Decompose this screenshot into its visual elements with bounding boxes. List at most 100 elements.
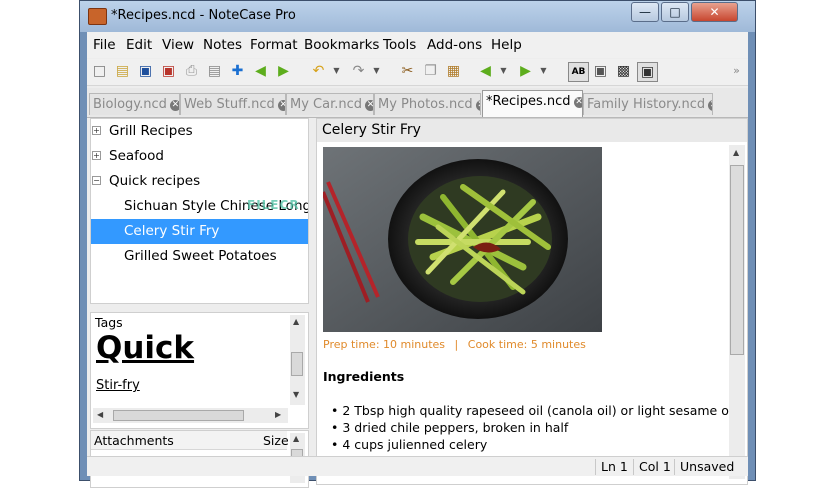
paste-icon[interactable]: ▦ [444, 62, 463, 80]
scroll-up-icon[interactable]: ▲ [293, 317, 299, 326]
tab-label: Biology.ncd [93, 97, 167, 112]
cut-icon[interactable]: ✂ [398, 62, 417, 80]
lock-icon[interactable]: ▣ [637, 62, 658, 82]
ingredients-list: • 2 Tbsp high quality rapeseed oil (cano… [331, 402, 736, 453]
menu-bookmarks[interactable]: Bookmarks [304, 37, 379, 53]
expand-icon[interactable]: + [92, 151, 101, 160]
tab-close-icon[interactable]: ✕ [277, 100, 285, 111]
new-icon[interactable]: □ [90, 62, 109, 80]
forward-icon[interactable]: ▶ [516, 62, 535, 80]
scroll-down-icon[interactable]: ▼ [293, 390, 299, 399]
tab-recipes[interactable]: *Recipes.ncd ✕ [482, 90, 583, 117]
tab-close-icon[interactable]: ✕ [365, 100, 373, 111]
tags-horizontal-scrollbar[interactable]: ◀ ▶ [93, 408, 288, 423]
note-editor: Celery Stir Fry Prep time: 10 minutes | … [316, 118, 748, 485]
note-title: Celery Stir Fry [317, 119, 747, 142]
save-icon[interactable]: ▣ [136, 62, 155, 80]
tab-label: My Car.ncd [290, 97, 363, 112]
forward-dropdown-icon[interactable]: ▼ [534, 62, 553, 80]
menu-view[interactable]: View [162, 37, 194, 53]
close-button[interactable]: ✕ [691, 2, 738, 22]
menu-help[interactable]: Help [491, 37, 522, 53]
tab-label: Web Stuff.ncd [184, 97, 275, 112]
menu-notes[interactable]: Notes [203, 37, 242, 53]
add-node-icon[interactable]: ✚ [228, 62, 247, 80]
editor-vertical-scrollbar[interactable]: ▲ ▼ [729, 145, 745, 479]
overflow-chevron-icon[interactable]: » [727, 62, 746, 80]
spellcheck-icon[interactable]: AB [568, 62, 589, 82]
scroll-left-icon[interactable]: ◀ [97, 410, 103, 419]
notes-tree: + Grill Recipes + Seafood − Quick recipes S… [90, 118, 309, 304]
scrollbar-thumb[interactable] [113, 410, 244, 421]
menu-file[interactable]: File [93, 37, 116, 53]
tag-stir-fry[interactable]: Stir-fry [96, 378, 140, 393]
tree-node-grilled-sweet-potatoes[interactable]: Grilled Sweet Potatoes [91, 244, 308, 269]
menu-tools[interactable]: Tools [383, 37, 416, 53]
column-size[interactable]: Size [263, 433, 289, 448]
ingredient-text: 4 cups julienned celery [342, 437, 488, 452]
redo-icon[interactable]: ↷ [349, 62, 368, 80]
watermark: FILECR [247, 198, 300, 212]
scroll-up-icon[interactable]: ▲ [293, 434, 299, 443]
column-attachments[interactable]: Attachments [94, 433, 174, 448]
back-dropdown-icon[interactable]: ▼ [494, 62, 513, 80]
tab-web-stuff[interactable]: Web Stuff.ncd✕ [180, 93, 286, 115]
tree-node-grill-recipes[interactable]: + Grill Recipes [91, 119, 308, 144]
ingredient-text: 2 Tbsp high quality rapeseed oil (canola… [342, 403, 736, 418]
list-item: • 2 Tbsp high quality rapeseed oil (cano… [331, 403, 736, 418]
status-bar: Ln 1 Col 1 Unsaved [87, 456, 748, 476]
scroll-up-icon[interactable]: ▲ [733, 148, 739, 157]
tree-node-label: Grill Recipes [109, 123, 193, 139]
menu-addons[interactable]: Add-ons [427, 37, 482, 53]
undo-icon[interactable]: ↶ [309, 62, 328, 80]
tab-biology[interactable]: Biology.ncd ✕ [89, 93, 180, 115]
tab-close-icon[interactable]: ✕ [573, 97, 582, 108]
status-state: Unsaved [674, 459, 734, 475]
tag-quick[interactable]: Quick [96, 330, 194, 366]
attachment-icon[interactable]: ▩ [614, 62, 633, 80]
maximize-button[interactable]: □ [661, 2, 689, 22]
status-line: Ln 1 [595, 459, 628, 475]
list-item: • 4 cups julienned celery [331, 437, 488, 452]
tab-family-history[interactable]: Family History.ncd✕ [583, 93, 713, 115]
back-icon[interactable]: ◀ [476, 62, 495, 80]
move-left-icon[interactable]: ◀ [251, 62, 270, 80]
attachments-header: Attachments Size [91, 431, 289, 450]
tree-node-celery-stir-fry[interactable]: Celery Stir Fry [91, 219, 308, 244]
redo-dropdown-icon[interactable]: ▼ [367, 62, 386, 80]
title-bar: *Recipes.ncd - NoteCase Pro — □ ✕ [80, 1, 755, 32]
tab-close-icon[interactable]: ✕ [475, 100, 480, 111]
tab-my-car[interactable]: My Car.ncd ✕ [286, 93, 374, 115]
status-column: Col 1 [633, 459, 671, 475]
save-all-icon[interactable]: ▣ [159, 62, 178, 80]
app-icon [88, 8, 107, 25]
insert-image-icon[interactable]: ▣ [591, 62, 610, 80]
tab-label: Family History.ncd [587, 97, 706, 112]
tree-node-quick-recipes[interactable]: − Quick recipes [91, 169, 308, 194]
print-icon[interactable]: ⎙ [182, 62, 201, 80]
minimize-button[interactable]: — [631, 2, 659, 22]
tree-node-seafood[interactable]: + Seafood [91, 144, 308, 169]
document-tabs: Biology.ncd✕ Web Stuff.ncd✕ My Car.ncd✕ … [87, 88, 748, 118]
tab-label: *Recipes.ncd [486, 94, 571, 109]
scrollbar-thumb[interactable] [291, 352, 303, 376]
expand-icon[interactable]: + [92, 126, 101, 135]
tab-label: My Photos.ncd [378, 97, 473, 112]
open-icon[interactable]: ▤ [113, 62, 132, 80]
scrollbar-thumb[interactable] [730, 165, 744, 355]
menu-edit[interactable]: Edit [126, 37, 152, 53]
scroll-right-icon[interactable]: ▶ [275, 410, 281, 419]
tags-vertical-scrollbar[interactable]: ▲ ▼ [290, 315, 305, 405]
print-preview-icon[interactable]: ▤ [205, 62, 224, 80]
menu-format[interactable]: Format [250, 37, 298, 53]
meta-separator: | [454, 338, 459, 351]
ingredients-heading: Ingredients [323, 369, 405, 384]
tab-close-icon[interactable]: ✕ [708, 100, 712, 111]
tab-close-icon[interactable]: ✕ [169, 100, 179, 111]
list-item: • 3 dried chile peppers, broken in half [331, 420, 569, 435]
collapse-icon[interactable]: − [92, 176, 101, 185]
undo-dropdown-icon[interactable]: ▼ [327, 62, 346, 80]
tab-my-photos[interactable]: My Photos.ncd✕ [374, 93, 481, 115]
copy-icon[interactable]: ❐ [421, 62, 440, 80]
move-right-icon[interactable]: ▶ [274, 62, 293, 80]
